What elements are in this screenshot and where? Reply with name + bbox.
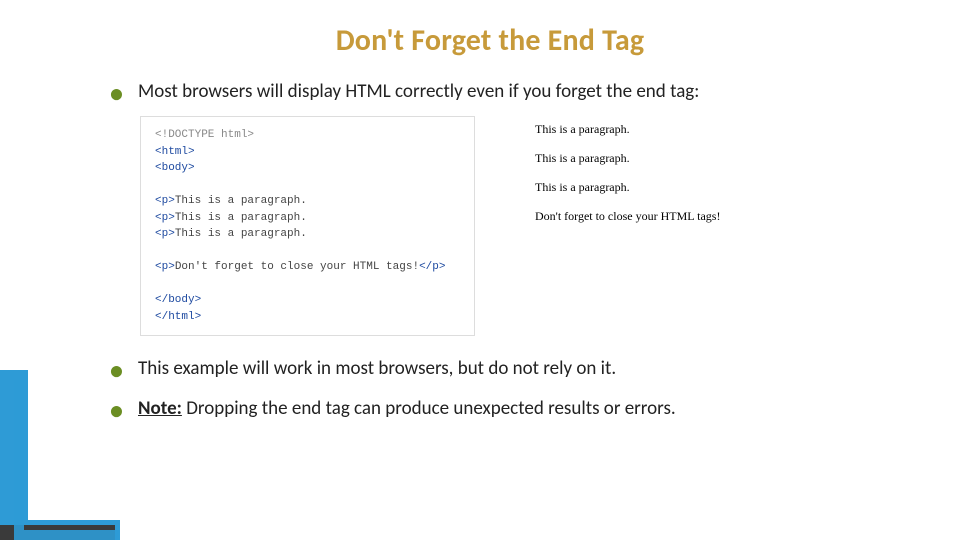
bullet-2-text: This example will work in most browsers,… <box>138 357 616 380</box>
rendered-output: This is a paragraph. This is a paragraph… <box>535 116 720 238</box>
bullet-3-rest: Dropping the end tag can produce unexpec… <box>182 397 676 420</box>
code-p1-text: This is a paragraph. <box>175 195 307 207</box>
bullet-2: This example will work in most browsers,… <box>110 354 900 383</box>
code-line-body-close: </body> <box>155 294 201 306</box>
code-p3-tag: <p> <box>155 228 175 240</box>
bullet-1: Most browsers will display HTML correctl… <box>110 77 900 106</box>
code-line-body-open: <body> <box>155 162 195 174</box>
render-p1: This is a paragraph. <box>535 122 720 137</box>
code-p2-tag: <p> <box>155 212 175 224</box>
code-p4-text: Don't forget to close your HTML tags! <box>175 261 419 273</box>
bullet-list-cont: This example will work in most browsers,… <box>80 354 900 423</box>
code-p4-open: <p> <box>155 261 175 273</box>
code-p2-text: This is a paragraph. <box>175 212 307 224</box>
render-p3: This is a paragraph. <box>535 180 720 195</box>
code-line-html-close: </html> <box>155 311 201 323</box>
bullet-3-note: Note: <box>138 397 182 420</box>
bullet-1-text: Most browsers will display HTML correctl… <box>138 80 699 103</box>
code-line-doctype: <!DOCTYPE html> <box>155 129 254 141</box>
code-line-html-open: <html> <box>155 146 195 158</box>
code-p4-close: </p> <box>419 261 445 273</box>
bullet-3: Note: Dropping the end tag can produce u… <box>110 394 900 423</box>
render-p2: This is a paragraph. <box>535 151 720 166</box>
bullet-list: Most browsers will display HTML correctl… <box>80 77 900 106</box>
slide-content: Don't Forget the End Tag Most browsers w… <box>0 0 960 453</box>
code-p3-text: This is a paragraph. <box>175 228 307 240</box>
example-panels: <!DOCTYPE html> <html> <body> <p>This is… <box>140 116 900 336</box>
slide-title: Don't Forget the End Tag <box>80 22 900 59</box>
code-example: <!DOCTYPE html> <html> <body> <p>This is… <box>140 116 475 336</box>
code-p1-tag: <p> <box>155 195 175 207</box>
render-p4: Don't forget to close your HTML tags! <box>535 209 720 224</box>
